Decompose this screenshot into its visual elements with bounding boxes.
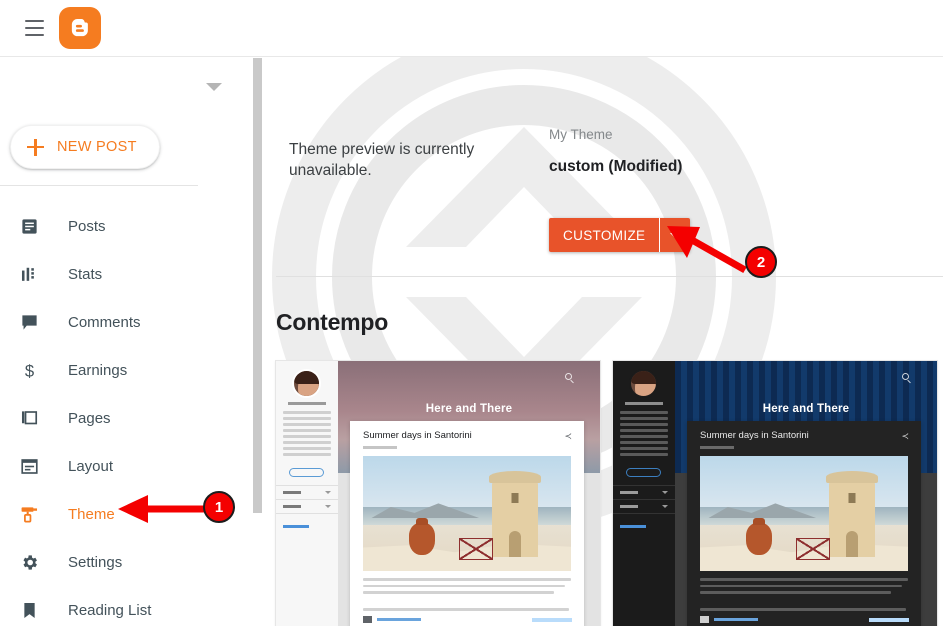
pages-icon <box>20 406 46 430</box>
sidebar-item-label: Stats <box>68 265 103 283</box>
posts-icon <box>20 214 46 238</box>
blogger-theme-page: NEW POST Posts Stats Comments $ Earnings… <box>0 0 943 626</box>
preview-follow-button <box>626 468 661 477</box>
search-icon <box>902 373 909 380</box>
avatar <box>629 369 658 398</box>
preview-author-bio <box>620 411 668 459</box>
sidebar-scrollbar-thumb[interactable] <box>253 58 262 513</box>
sidebar-item-label: Comments <box>68 313 141 331</box>
blog-preview-dark: Here and There Summer days in Santorini … <box>613 361 937 626</box>
sidebar-item-settings[interactable]: Settings <box>0 538 252 586</box>
preview-follow-button <box>289 468 324 477</box>
sidebar-item-label: Settings <box>68 553 123 571</box>
preview-blog-title: Here and There <box>425 403 513 415</box>
sidebar-divider <box>0 185 198 186</box>
blogger-logo-icon[interactable] <box>59 7 101 49</box>
preview-report-abuse-link <box>620 525 646 528</box>
customize-button-group: CUSTOMIZE <box>549 218 691 252</box>
preview-post-text <box>700 578 908 615</box>
sidebar-item-label: Reading List <box>68 601 152 619</box>
sidebar-scrollbar[interactable] <box>252 57 263 626</box>
gear-icon <box>20 550 46 574</box>
preview-comment-label <box>377 618 421 621</box>
earnings-icon: $ <box>20 358 46 382</box>
top-app-bar <box>0 0 943 57</box>
preview-archive-row <box>283 491 331 494</box>
new-post-label: NEW POST <box>57 139 137 155</box>
preview-post-footer <box>363 616 572 623</box>
preview-post-card: Summer days in Santorini ≺ <box>350 421 584 626</box>
preview-labels-row <box>283 505 331 508</box>
preview-post-text <box>363 578 571 615</box>
blog-selector-chevron-down-icon[interactable] <box>206 83 222 91</box>
left-sidebar: NEW POST Posts Stats Comments $ Earnings… <box>0 57 252 626</box>
sidebar-item-earnings[interactable]: $ Earnings <box>0 346 252 394</box>
svg-text:$: $ <box>25 361 34 380</box>
preview-comment-label <box>714 618 758 621</box>
theme-preview-message: Theme preview is currently unavailable. <box>289 141 475 179</box>
preview-post-date <box>363 446 397 449</box>
avatar <box>292 369 321 398</box>
theme-thumbnail-list: Here and There Summer days in Santorini … <box>275 360 943 626</box>
sidebar-item-layout[interactable]: Layout <box>0 442 252 490</box>
search-icon <box>565 373 572 380</box>
sidebar-item-stats[interactable]: Stats <box>0 250 252 298</box>
blogger-b-glyph <box>71 18 88 37</box>
theme-thumbnail-light[interactable]: Here and There Summer days in Santorini … <box>275 360 601 626</box>
sidebar-item-comments[interactable]: Comments <box>0 298 252 346</box>
preview-post-card: Summer days in Santorini ≺ <box>687 421 921 626</box>
share-icon: ≺ <box>901 431 909 441</box>
sidebar-item-pages[interactable]: Pages <box>0 394 252 442</box>
comments-icon <box>20 310 46 334</box>
preview-labels-row <box>620 505 668 508</box>
new-post-button[interactable]: NEW POST <box>10 125 160 169</box>
comment-icon <box>700 616 709 623</box>
stats-icon <box>20 262 46 286</box>
plus-icon <box>27 138 44 156</box>
preview-report-abuse-link <box>283 525 309 528</box>
preview-author-bio <box>283 411 331 459</box>
share-icon: ≺ <box>564 431 572 441</box>
blog-preview-light: Here and There Summer days in Santorini … <box>276 361 600 626</box>
sidebar-item-reading-list[interactable]: Reading List <box>0 586 252 626</box>
theme-family-title: Contempo <box>276 309 389 335</box>
new-post-button-wrapper: NEW POST <box>10 125 160 169</box>
theme-thumbnail-dark[interactable]: Here and There Summer days in Santorini … <box>612 360 938 626</box>
preview-post-title: Summer days in Santorini <box>700 430 809 441</box>
preview-author-name <box>625 402 663 405</box>
sidebar-item-label: Layout <box>68 457 114 475</box>
my-theme-label: My Theme <box>549 127 613 142</box>
sidebar-item-label: Earnings <box>68 361 128 379</box>
preview-read-more-label <box>869 617 909 622</box>
preview-post-title: Summer days in Santorini <box>363 430 472 441</box>
bookmark-icon <box>20 598 46 622</box>
customize-dropdown-caret[interactable] <box>660 218 691 252</box>
preview-post-footer <box>700 616 909 623</box>
current-theme-name: custom (Modified) <box>549 158 683 175</box>
customize-button[interactable]: CUSTOMIZE <box>549 218 660 252</box>
main-content: Theme preview is currently unavailable. … <box>264 57 943 626</box>
preview-post-photo <box>700 456 908 571</box>
chevron-down-icon <box>670 232 681 238</box>
sidebar-item-label: Posts <box>68 217 106 235</box>
sidebar-item-theme[interactable]: Theme <box>0 490 252 538</box>
sidebar-item-posts[interactable]: Posts <box>0 202 252 250</box>
preview-author-name <box>288 402 326 405</box>
preview-post-date <box>700 446 734 449</box>
sidebar-item-label: Pages <box>68 409 111 427</box>
content-divider <box>276 276 943 277</box>
sidebar-item-label: Theme <box>68 505 115 523</box>
preview-archive-row <box>620 491 668 494</box>
theme-paint-roller-icon <box>20 502 46 526</box>
comment-icon <box>363 616 372 623</box>
sidebar-nav-list: Posts Stats Comments $ Earnings Pages La… <box>0 202 252 626</box>
preview-blog-title: Here and There <box>762 403 850 415</box>
hamburger-menu-icon[interactable] <box>12 6 56 50</box>
layout-icon <box>20 454 46 478</box>
preview-read-more-label <box>532 617 572 622</box>
preview-post-photo <box>363 456 571 571</box>
